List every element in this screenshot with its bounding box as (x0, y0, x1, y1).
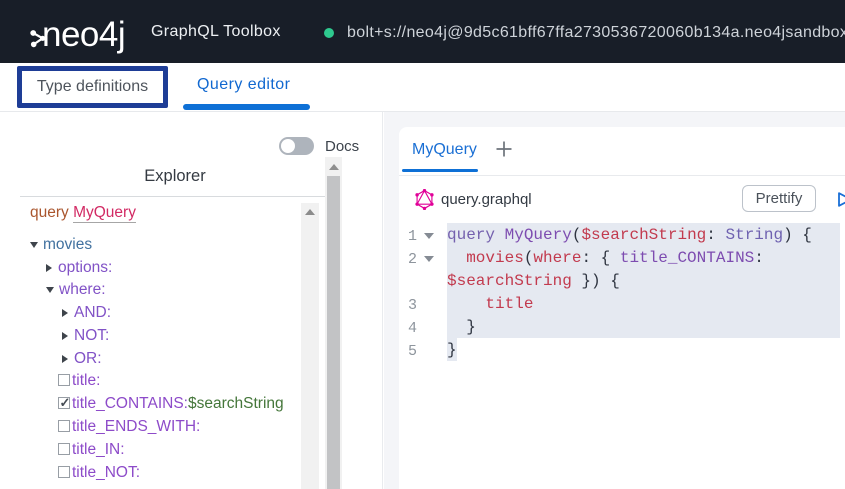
svg-text:neo4j: neo4j (42, 15, 125, 54)
